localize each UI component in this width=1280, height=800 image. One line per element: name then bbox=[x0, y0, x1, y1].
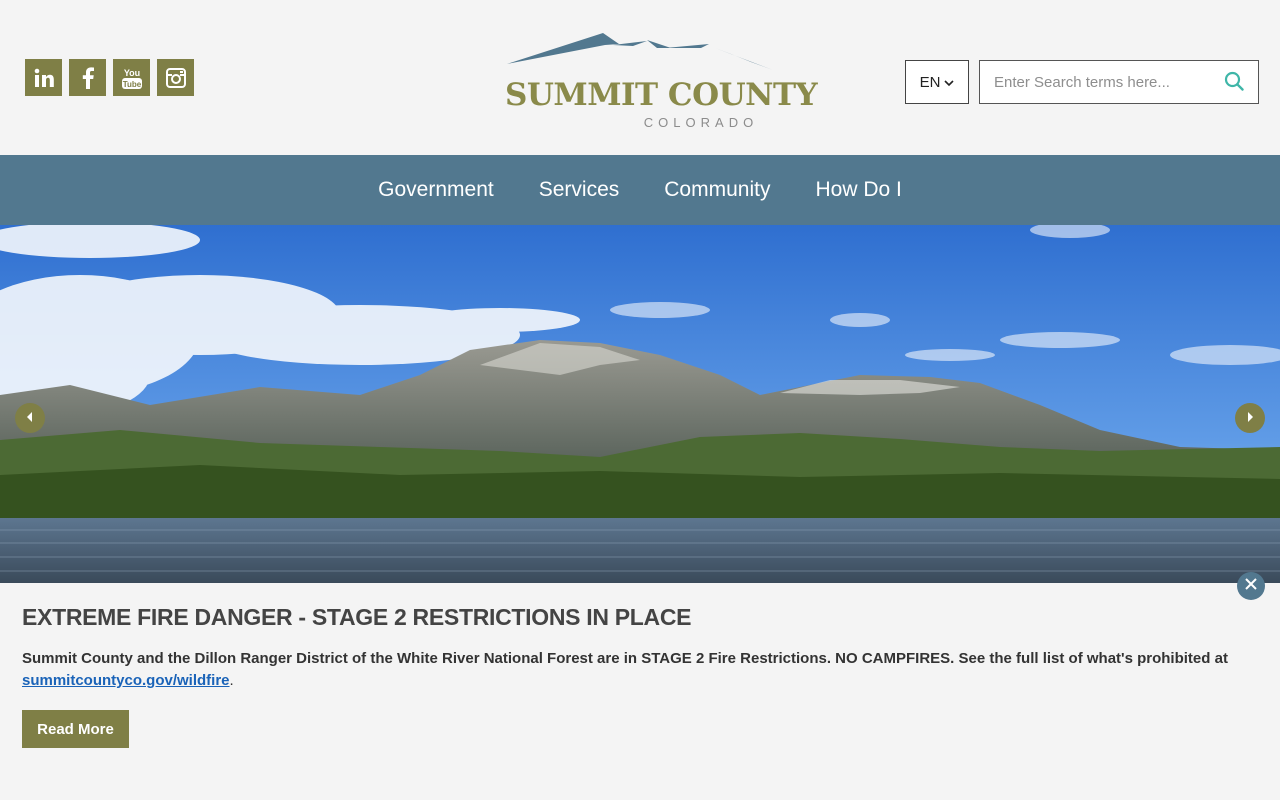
alert-period: . bbox=[229, 672, 234, 689]
facebook-icon bbox=[82, 66, 94, 89]
alert-close-button[interactable] bbox=[1237, 572, 1265, 600]
search-icon bbox=[1224, 71, 1244, 96]
main-nav: Government Services Community How Do I bbox=[0, 155, 1280, 225]
summit-county-logo[interactable]: SUMMIT COUNTY COLORADO bbox=[505, 30, 818, 130]
linkedin-link[interactable] bbox=[25, 59, 62, 96]
social-links: You Tube bbox=[25, 59, 194, 96]
wildfire-link[interactable]: summitcountyco.gov/wildfire bbox=[22, 672, 230, 689]
youtube-link[interactable]: You Tube bbox=[113, 59, 150, 96]
svg-text:Tube: Tube bbox=[122, 80, 141, 89]
read-more-button[interactable]: Read More bbox=[22, 710, 129, 748]
logo-subtitle: COLORADO bbox=[643, 115, 759, 130]
alert-title: EXTREME FIRE DANGER - STAGE 2 RESTRICTIO… bbox=[22, 604, 692, 630]
carousel-next-button[interactable] bbox=[1235, 403, 1265, 433]
instagram-icon bbox=[165, 67, 186, 88]
alert-body-text: Summit County and the Dillon Ranger Dist… bbox=[22, 650, 1228, 667]
facebook-link[interactable] bbox=[69, 59, 106, 96]
nav-item-how-do-i[interactable]: How Do I bbox=[815, 178, 901, 202]
svg-text:You: You bbox=[123, 68, 139, 78]
instagram-link[interactable] bbox=[157, 59, 194, 96]
chevron-down-icon bbox=[944, 74, 954, 91]
language-select[interactable]: EN bbox=[905, 60, 969, 104]
linkedin-icon bbox=[33, 68, 55, 88]
nav-item-services[interactable]: Services bbox=[539, 178, 620, 202]
site-header: You Tube SUMMIT COUNTY COLORADO EN bbox=[0, 0, 1280, 155]
caret-right-icon bbox=[1246, 409, 1254, 427]
nav-item-community[interactable]: Community bbox=[664, 178, 770, 202]
caret-left-icon bbox=[26, 409, 34, 427]
logo-title: SUMMIT COUNTY bbox=[505, 77, 818, 113]
youtube-icon: You Tube bbox=[121, 66, 143, 90]
close-icon bbox=[1245, 577, 1257, 595]
alert-body: Summit County and the Dillon Ranger Dist… bbox=[22, 648, 1252, 692]
search-box bbox=[979, 60, 1259, 104]
search-button[interactable] bbox=[1222, 71, 1246, 95]
nav-item-government[interactable]: Government bbox=[378, 178, 494, 202]
search-input[interactable] bbox=[980, 61, 1210, 103]
mountain-logo-icon bbox=[507, 33, 773, 70]
hero-carousel-image bbox=[0, 225, 1280, 583]
language-value: EN bbox=[919, 73, 941, 91]
carousel-prev-button[interactable] bbox=[15, 403, 45, 433]
